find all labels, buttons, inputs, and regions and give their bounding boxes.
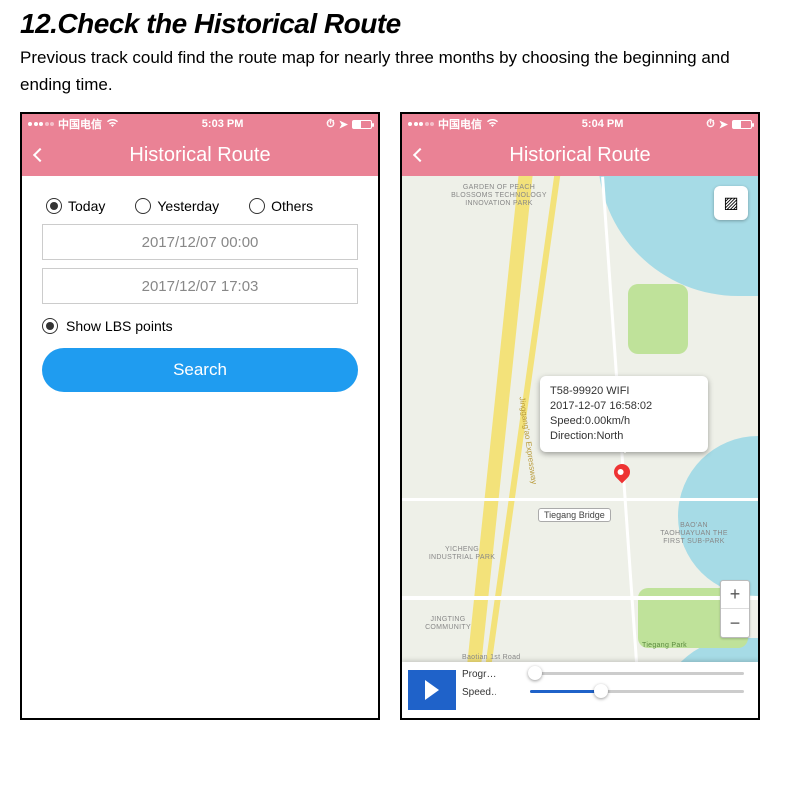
map-label: GARDEN OF PEACH BLOSSOMS TECHNOLOGY INNO… bbox=[444, 184, 554, 207]
map-label: Tiegang Park bbox=[642, 642, 687, 650]
map-road bbox=[402, 498, 758, 501]
phone-screen-map: 中国电信 5:04 PM ⏱ ➤ Historical Route bbox=[400, 112, 760, 720]
location-icon: ➤ bbox=[339, 118, 348, 131]
map-road bbox=[402, 596, 758, 600]
zoom-controls: + − bbox=[720, 580, 750, 638]
progress-label: Progr… bbox=[462, 669, 496, 680]
pin-icon bbox=[611, 461, 634, 484]
location-icon: ➤ bbox=[719, 118, 728, 131]
map-water bbox=[678, 436, 758, 596]
speed-label: Speed… bbox=[462, 687, 496, 698]
radio-others-label: Others bbox=[271, 198, 313, 214]
search-form: Today Yesterday Others 2017/12/07 00:00 … bbox=[22, 176, 378, 718]
radio-icon bbox=[135, 198, 151, 214]
radio-others[interactable]: Others bbox=[249, 198, 313, 214]
radio-today[interactable]: Today bbox=[46, 198, 105, 214]
start-time-input[interactable]: 2017/12/07 00:00 bbox=[42, 224, 358, 260]
wifi-icon bbox=[106, 118, 119, 131]
layers-icon: ▨ bbox=[723, 193, 738, 213]
battery-icon bbox=[732, 120, 752, 129]
phone-screen-search: 中国电信 5:03 PM ⏱ ➤ Historical Route T bbox=[20, 112, 380, 720]
playback-bar: Progr… Speed… bbox=[402, 662, 758, 718]
status-time: 5:04 PM bbox=[499, 118, 706, 130]
nav-bar: Historical Route bbox=[22, 134, 378, 176]
alarm-icon: ⏱ bbox=[706, 118, 715, 131]
map-label: JINGTING COMMUNITY bbox=[408, 616, 488, 631]
wifi-icon bbox=[486, 118, 499, 131]
radio-icon bbox=[46, 198, 62, 214]
page-description: Previous track could find the route map … bbox=[20, 44, 780, 98]
radio-yesterday[interactable]: Yesterday bbox=[135, 198, 219, 214]
play-icon bbox=[425, 680, 439, 700]
radio-yesterday-label: Yesterday bbox=[157, 198, 219, 214]
signal-icon bbox=[408, 122, 434, 126]
play-button[interactable] bbox=[408, 670, 456, 710]
search-button[interactable]: Search bbox=[42, 348, 358, 392]
alarm-icon: ⏱ bbox=[326, 118, 335, 131]
map-label: Baotian 1st Road bbox=[462, 654, 521, 662]
zoom-in-button[interactable]: + bbox=[721, 581, 749, 609]
callout-device: T58-99920 WIFI bbox=[550, 384, 698, 399]
radio-icon bbox=[249, 198, 265, 214]
status-bar: 中国电信 5:04 PM ⏱ ➤ bbox=[402, 114, 758, 134]
screenshots-row: 中国电信 5:03 PM ⏱ ➤ Historical Route T bbox=[20, 112, 780, 720]
nav-bar: Historical Route bbox=[402, 134, 758, 176]
map-layers-button[interactable]: ▨ bbox=[714, 186, 748, 220]
carrier-label: 中国电信 bbox=[58, 116, 102, 132]
radio-today-label: Today bbox=[68, 198, 105, 214]
status-time: 5:03 PM bbox=[119, 118, 326, 130]
lbs-label: Show LBS points bbox=[66, 318, 173, 334]
bridge-badge: Tiegang Bridge bbox=[538, 508, 611, 522]
nav-title: Historical Route bbox=[402, 144, 758, 167]
callout-datetime: 2017-12-07 16:58:02 bbox=[550, 399, 698, 414]
location-callout: T58-99920 WIFI 2017-12-07 16:58:02 Speed… bbox=[540, 376, 708, 451]
nav-title: Historical Route bbox=[22, 144, 378, 167]
carrier-label: 中国电信 bbox=[438, 116, 482, 132]
radio-lbs[interactable] bbox=[42, 318, 58, 334]
map-view[interactable]: GARDEN OF PEACH BLOSSOMS TECHNOLOGY INNO… bbox=[402, 176, 758, 718]
battery-icon bbox=[352, 120, 372, 129]
callout-info: Speed:0.00km/h Direction:North bbox=[550, 414, 698, 444]
map-label: BAO'AN TAOHUAYUAN THE FIRST SUB-PARK bbox=[654, 522, 734, 545]
page-title: 12.Check the Historical Route bbox=[20, 8, 780, 40]
speed-slider[interactable] bbox=[500, 686, 744, 696]
status-bar: 中国电信 5:03 PM ⏱ ➤ bbox=[22, 114, 378, 134]
map-park bbox=[628, 284, 688, 354]
map-label: YICHENG INDUSTRIAL PARK bbox=[422, 546, 502, 561]
zoom-out-button[interactable]: − bbox=[721, 609, 749, 637]
signal-icon bbox=[28, 122, 54, 126]
progress-slider[interactable] bbox=[500, 668, 744, 678]
end-time-input[interactable]: 2017/12/07 17:03 bbox=[42, 268, 358, 304]
